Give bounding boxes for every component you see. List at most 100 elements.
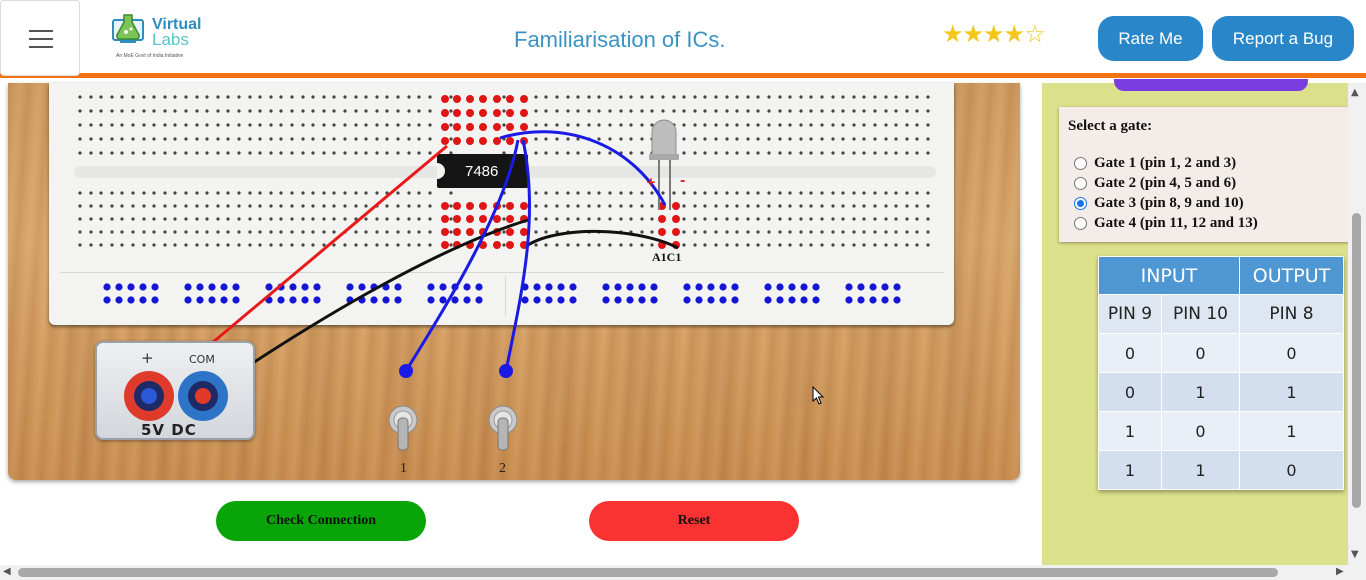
breadboard-hole[interactable] xyxy=(110,109,114,113)
breadboard-hole[interactable] xyxy=(301,217,305,221)
breadboard-hole[interactable] xyxy=(110,191,114,195)
breadboard-hole[interactable] xyxy=(799,191,803,195)
breadboard-hole[interactable] xyxy=(441,228,449,236)
breadboard-hole[interactable] xyxy=(852,204,856,208)
breadboard-hole[interactable] xyxy=(375,191,379,195)
breadboard-hole[interactable] xyxy=(142,191,146,195)
breadboard-hole[interactable] xyxy=(385,123,389,127)
breadboard-hole[interactable] xyxy=(544,191,548,195)
breadboard-hole[interactable] xyxy=(120,137,124,141)
breadboard-hole[interactable] xyxy=(544,204,548,208)
breadboard-hole[interactable] xyxy=(99,95,103,99)
breadboard-hole[interactable] xyxy=(364,191,368,195)
breadboard-hole[interactable] xyxy=(683,283,691,291)
breadboard-hole[interactable] xyxy=(756,109,760,113)
breadboard-hole[interactable] xyxy=(163,151,167,155)
breadboard-hole[interactable] xyxy=(566,217,570,221)
breadboard-hole[interactable] xyxy=(862,151,866,155)
breadboard-hole[interactable] xyxy=(89,217,93,221)
breadboard-hole[interactable] xyxy=(407,230,411,234)
breadboard-hole[interactable] xyxy=(110,230,114,234)
breadboard-hole[interactable] xyxy=(269,95,273,99)
breadboard-hole[interactable] xyxy=(479,137,487,145)
breadboard-hole[interactable] xyxy=(173,109,177,113)
breadboard-hole[interactable] xyxy=(205,151,209,155)
breadboard-hole[interactable] xyxy=(894,95,898,99)
breadboard-hole[interactable] xyxy=(695,296,703,304)
breadboard-hole[interactable] xyxy=(852,109,856,113)
breadboard-hole[interactable] xyxy=(110,243,114,247)
breadboard-hole[interactable] xyxy=(862,123,866,127)
scroll-down-icon[interactable]: ▼ xyxy=(1351,549,1359,560)
breadboard-hole[interactable] xyxy=(142,151,146,155)
breadboard-hole[interactable] xyxy=(248,243,252,247)
breadboard-hole[interactable] xyxy=(479,109,487,117)
breadboard-hole[interactable] xyxy=(332,137,336,141)
breadboard-hole[interactable] xyxy=(788,95,792,99)
breadboard-hole[interactable] xyxy=(672,202,680,210)
breadboard-hole[interactable] xyxy=(343,151,347,155)
breadboard-hole[interactable] xyxy=(428,230,432,234)
switch2-terminal[interactable] xyxy=(499,364,513,378)
breadboard-hole[interactable] xyxy=(290,191,294,195)
breadboard-hole[interactable] xyxy=(343,217,347,221)
breadboard-hole[interactable] xyxy=(809,243,813,247)
breadboard-hole[interactable] xyxy=(725,137,729,141)
breadboard-hole[interactable] xyxy=(441,95,449,103)
breadboard-hole[interactable] xyxy=(258,217,262,221)
breadboard-hole[interactable] xyxy=(587,151,591,155)
breadboard-hole[interactable] xyxy=(417,243,421,247)
breadboard-hole[interactable] xyxy=(602,296,610,304)
breadboard-hole[interactable] xyxy=(767,204,771,208)
breadboard-hole[interactable] xyxy=(220,283,228,291)
breadboard-hole[interactable] xyxy=(269,137,273,141)
breadboard-hole[interactable] xyxy=(672,191,676,195)
breadboard-hole[interactable] xyxy=(131,151,135,155)
breadboard-hole[interactable] xyxy=(237,204,241,208)
breadboard-hole[interactable] xyxy=(375,95,379,99)
breadboard-hole[interactable] xyxy=(120,191,124,195)
breadboard-hole[interactable] xyxy=(142,109,146,113)
breadboard-hole[interactable] xyxy=(232,296,240,304)
breadboard-hole[interactable] xyxy=(862,217,866,221)
breadboard-hole[interactable] xyxy=(463,296,471,304)
breadboard-hole[interactable] xyxy=(428,137,432,141)
breadboard-hole[interactable] xyxy=(788,204,792,208)
breadboard-hole[interactable] xyxy=(131,137,135,141)
breadboard-hole[interactable] xyxy=(364,137,368,141)
breadboard-hole[interactable] xyxy=(279,217,283,221)
breadboard-hole[interactable] xyxy=(788,243,792,247)
breadboard-hole[interactable] xyxy=(714,243,718,247)
breadboard-hole[interactable] xyxy=(926,204,930,208)
breadboard-hole[interactable] xyxy=(131,217,135,221)
breadboard-hole[interactable] xyxy=(195,217,199,221)
breadboard-hole[interactable] xyxy=(506,123,514,131)
breadboard-hole[interactable] xyxy=(566,109,570,113)
breadboard-hole[interactable] xyxy=(248,204,252,208)
breadboard-hole[interactable] xyxy=(845,296,853,304)
breadboard-hole[interactable] xyxy=(746,204,750,208)
breadboard-hole[interactable] xyxy=(184,217,188,221)
breadboard-hole[interactable] xyxy=(449,191,453,195)
breadboard-hole[interactable] xyxy=(905,230,909,234)
breadboard-hole[interactable] xyxy=(831,95,835,99)
breadboard-hole[interactable] xyxy=(195,204,199,208)
breadboard-hole[interactable] xyxy=(650,191,654,195)
breadboard-hole[interactable] xyxy=(322,217,326,221)
breadboard-hole[interactable] xyxy=(520,202,528,210)
breadboard-hole[interactable] xyxy=(640,204,644,208)
breadboard-hole[interactable] xyxy=(226,95,230,99)
breadboard-hole[interactable] xyxy=(248,95,252,99)
breadboard-hole[interactable] xyxy=(279,191,283,195)
breadboard-hole[interactable] xyxy=(279,243,283,247)
breadboard-hole[interactable] xyxy=(809,230,813,234)
breadboard-hole[interactable] xyxy=(382,296,390,304)
breadboard-hole[interactable] xyxy=(626,283,634,291)
check-connection-button[interactable]: Check Connection xyxy=(216,501,426,541)
breadboard-hole[interactable] xyxy=(449,204,453,208)
breadboard-hole[interactable] xyxy=(364,217,368,221)
breadboard-hole[interactable] xyxy=(131,243,135,247)
breadboard-hole[interactable] xyxy=(650,109,654,113)
breadboard-hole[interactable] xyxy=(569,283,577,291)
breadboard-hole[interactable] xyxy=(555,217,559,221)
